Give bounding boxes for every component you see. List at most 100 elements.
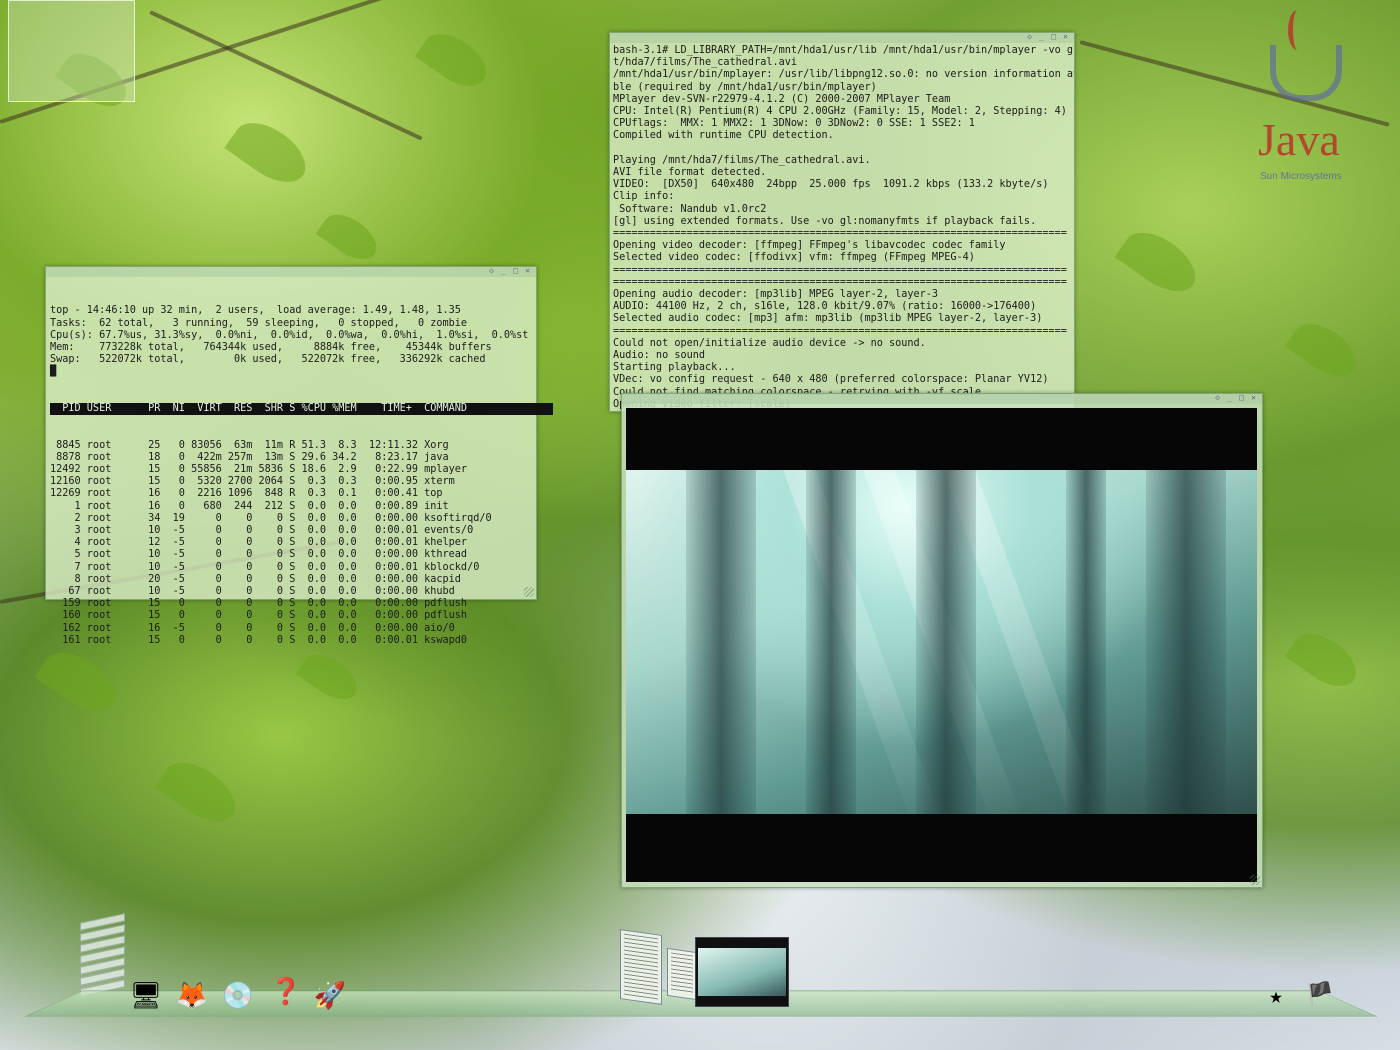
java-logo-text: Java: [1258, 114, 1340, 165]
wallpaper-leaf: [224, 111, 316, 194]
tree-trunk: [1066, 470, 1106, 814]
log-line: Selected audio codec: [mp3] afm: mp3lib …: [613, 313, 1043, 325]
log-line: ========================================…: [613, 325, 1067, 337]
window-titlebar[interactable]: ◇ _ □ ✕: [610, 33, 1074, 43]
top-window-thumbnail[interactable]: [620, 929, 662, 1005]
wallpaper-leaf: [1284, 623, 1366, 697]
log-line: Audio: no sound: [613, 350, 706, 362]
log-line: t/hda7/films/The_cathedral.avi: [613, 57, 798, 69]
close-icon[interactable]: ✕: [1061, 33, 1070, 41]
process-row: 4 root 12 -5 0 0 0 S 0.0 0.0 0:00.01 khe…: [50, 537, 468, 549]
minimize-icon[interactable]: _: [1037, 33, 1046, 41]
log-line: MPlayer dev-SVN-r22979-4.1.2 (C) 2000-20…: [613, 93, 951, 105]
process-table-header: PID USER PR NI VIRT RES SHR S %CPU %MEM …: [50, 403, 553, 416]
log-line: ble (required by /mnt/hda1/usr/bin/mplay…: [613, 81, 877, 93]
top-summary-line: Tasks: 62 total, 3 running, 59 sleeping,…: [50, 317, 468, 329]
video-frame: [626, 470, 1257, 814]
log-line: CPU: Intel(R) Pentium(R) 4 CPU 2.00GHz (…: [613, 106, 1067, 118]
top-summary-line: █: [50, 366, 57, 378]
mplayer-output[interactable]: bash-3.1# LD_LIBRARY_PATH=/mnt/hda1/usr/…: [613, 45, 1075, 411]
firefox-icon[interactable]: 🦊: [173, 979, 211, 1013]
process-row: 1 root 16 0 680 244 212 S 0.0 0.0 0:00.8…: [50, 500, 449, 512]
log-line: AUDIO: 44100 Hz, 2 ch, s16le, 128.0 kbit…: [613, 301, 1037, 313]
process-row: 3 root 10 -5 0 0 0 S 0.0 0.0 0:00.01 eve…: [50, 525, 474, 537]
process-row: 8878 root 18 0 422m 257m 13m S 29.6 34.2…: [50, 451, 449, 463]
help-icon[interactable]: ❓: [267, 975, 305, 1009]
log-line: Software: Nandub v1.0rc2: [613, 203, 767, 215]
process-row: 12492 root 15 0 55856 21m 5836 S 18.6 2.…: [50, 464, 468, 476]
log-line: Could not open/initialize audio device -…: [613, 337, 926, 349]
log-line: Selected video codec: [ffodivx] vfm: ffm…: [613, 252, 975, 264]
window-titlebar[interactable]: ◇ _ □ ✕: [622, 394, 1262, 404]
mplayer-terminal-window[interactable]: ◇ _ □ ✕ bash-3.1# LD_LIBRARY_PATH=/mnt/h…: [609, 32, 1075, 412]
shade-icon[interactable]: ◇: [1213, 394, 1222, 402]
close-icon[interactable]: ✕: [1249, 394, 1258, 402]
maximize-icon[interactable]: □: [511, 267, 520, 275]
process-row: 12269 root 16 0 2216 1096 848 R 0.3 0.1 …: [50, 488, 443, 500]
java-logo-subtext: Sun Microsystems: [1260, 171, 1342, 182]
process-row: 162 root 16 -5 0 0 0 S 0.0 0.0 0:00.00 a…: [50, 622, 455, 634]
wallpaper-leaf: [414, 23, 496, 97]
java-cup-icon: [1270, 45, 1342, 101]
maximize-icon[interactable]: □: [1049, 33, 1058, 41]
shade-icon[interactable]: ◇: [1025, 33, 1034, 41]
log-line: Playing /mnt/hda7/films/The_cathedral.av…: [613, 154, 871, 166]
tree-trunk: [806, 470, 856, 814]
process-row: 8 root 20 -5 0 0 0 S 0.0 0.0 0:00.00 kac…: [50, 573, 461, 585]
log-line: CPUflags: MMX: 1 MMX2: 1 3DNow: 0 3DNow2…: [613, 118, 975, 130]
resize-grip[interactable]: [1250, 875, 1260, 885]
log-line: /mnt/hda1/usr/bin/mplayer: /usr/lib/libp…: [613, 69, 1075, 81]
process-row: 161 root 15 0 0 0 0 S 0.0 0.0 0:00.01 ks…: [50, 634, 468, 646]
top-summary: top - 14:46:10 up 32 min, 2 users, load …: [50, 305, 553, 378]
top-summary-line: top - 14:46:10 up 32 min, 2 users, load …: [50, 305, 461, 317]
top-output[interactable]: top - 14:46:10 up 32 min, 2 users, load …: [50, 281, 553, 672]
mplayer-video-thumbnail[interactable]: [695, 937, 789, 1007]
shade-icon[interactable]: ◇: [487, 267, 496, 275]
media-disc-icon[interactable]: 💿: [219, 979, 257, 1013]
log-line: ========================================…: [613, 276, 1067, 288]
top-summary-line: Swap: 522072k total, 0k used, 522072k fr…: [50, 354, 486, 366]
video-output[interactable]: [626, 408, 1257, 882]
tree-trunk: [686, 470, 756, 814]
wallpaper-leaf: [315, 205, 385, 269]
log-line: Clip info:: [613, 191, 675, 203]
tree-trunk: [916, 470, 976, 814]
top-terminal-window[interactable]: ◇ _ □ ✕ top - 14:46:10 up 32 min, 2 user…: [45, 266, 553, 646]
wallpaper-leaf: [1114, 221, 1206, 303]
java-steam-icon: [1288, 10, 1307, 50]
process-row: 7 root 10 -5 0 0 0 S 0.0 0.0 0:00.01 kbl…: [50, 561, 480, 573]
minimize-icon[interactable]: _: [499, 267, 508, 275]
log-line: VDec: vo config request - 640 x 480 (pre…: [613, 374, 1049, 386]
log-line: Opening audio decoder: [mp3lib] MPEG lay…: [613, 289, 939, 301]
process-row: 5 root 10 -5 0 0 0 S 0.0 0.0 0:00.00 kth…: [50, 549, 468, 561]
minimize-icon[interactable]: _: [1225, 394, 1234, 402]
process-table: 8845 root 25 0 83056 63m 11m R 51.3 8.3 …: [50, 440, 553, 647]
wallpaper-leaf: [154, 751, 246, 833]
computer-icon[interactable]: 🖥: [127, 979, 165, 1013]
kde-star-icon[interactable]: ★: [1257, 979, 1295, 1013]
log-line: bash-3.1# LD_LIBRARY_PATH=/mnt/hda1/usr/…: [613, 45, 1075, 56]
log-line: AVI file format detected.: [613, 167, 767, 179]
log-line: [gl] using extended formats. Use -vo gl:…: [613, 215, 1037, 227]
log-line: ========================================…: [613, 264, 1067, 276]
desktop-pager-preview[interactable]: [8, 0, 135, 102]
process-row: 67 root 10 -5 0 0 0 S 0.0 0.0 0:00.00 kh…: [50, 586, 455, 598]
tree-trunk: [1146, 470, 1226, 814]
wallpaper-leaf: [1284, 313, 1366, 387]
process-row: 8845 root 25 0 83056 63m 11m R 51.3 8.3 …: [50, 439, 449, 451]
process-row: 12160 root 15 0 5320 2700 2064 S 0.3 0.3…: [50, 476, 455, 488]
jolly-roger-icon[interactable]: 🏴: [1301, 977, 1339, 1011]
mplayer-video-window[interactable]: ◇ _ □ ✕: [621, 393, 1263, 888]
top-summary-line: Mem: 773228k total, 764344k used, 8884k …: [50, 342, 492, 354]
rocket-icon[interactable]: 🚀: [311, 979, 349, 1013]
close-icon[interactable]: ✕: [523, 267, 532, 275]
log-line: VIDEO: [DX50] 640x480 24bpp 25.000 fps 1…: [613, 179, 1049, 191]
process-row: 159 root 15 0 0 0 0 S 0.0 0.0 0:00.00 pd…: [50, 598, 468, 610]
window-titlebar[interactable]: ◇ _ □ ✕: [46, 267, 536, 277]
maximize-icon[interactable]: □: [1237, 394, 1246, 402]
log-line: Opening video decoder: [ffmpeg] FFmpeg's…: [613, 240, 1006, 252]
mplayer-terminal-thumbnail[interactable]: [667, 947, 697, 1001]
process-row: 2 root 34 19 0 0 0 S 0.0 0.0 0:00.00 kso…: [50, 512, 492, 524]
resize-grip[interactable]: [524, 587, 534, 597]
